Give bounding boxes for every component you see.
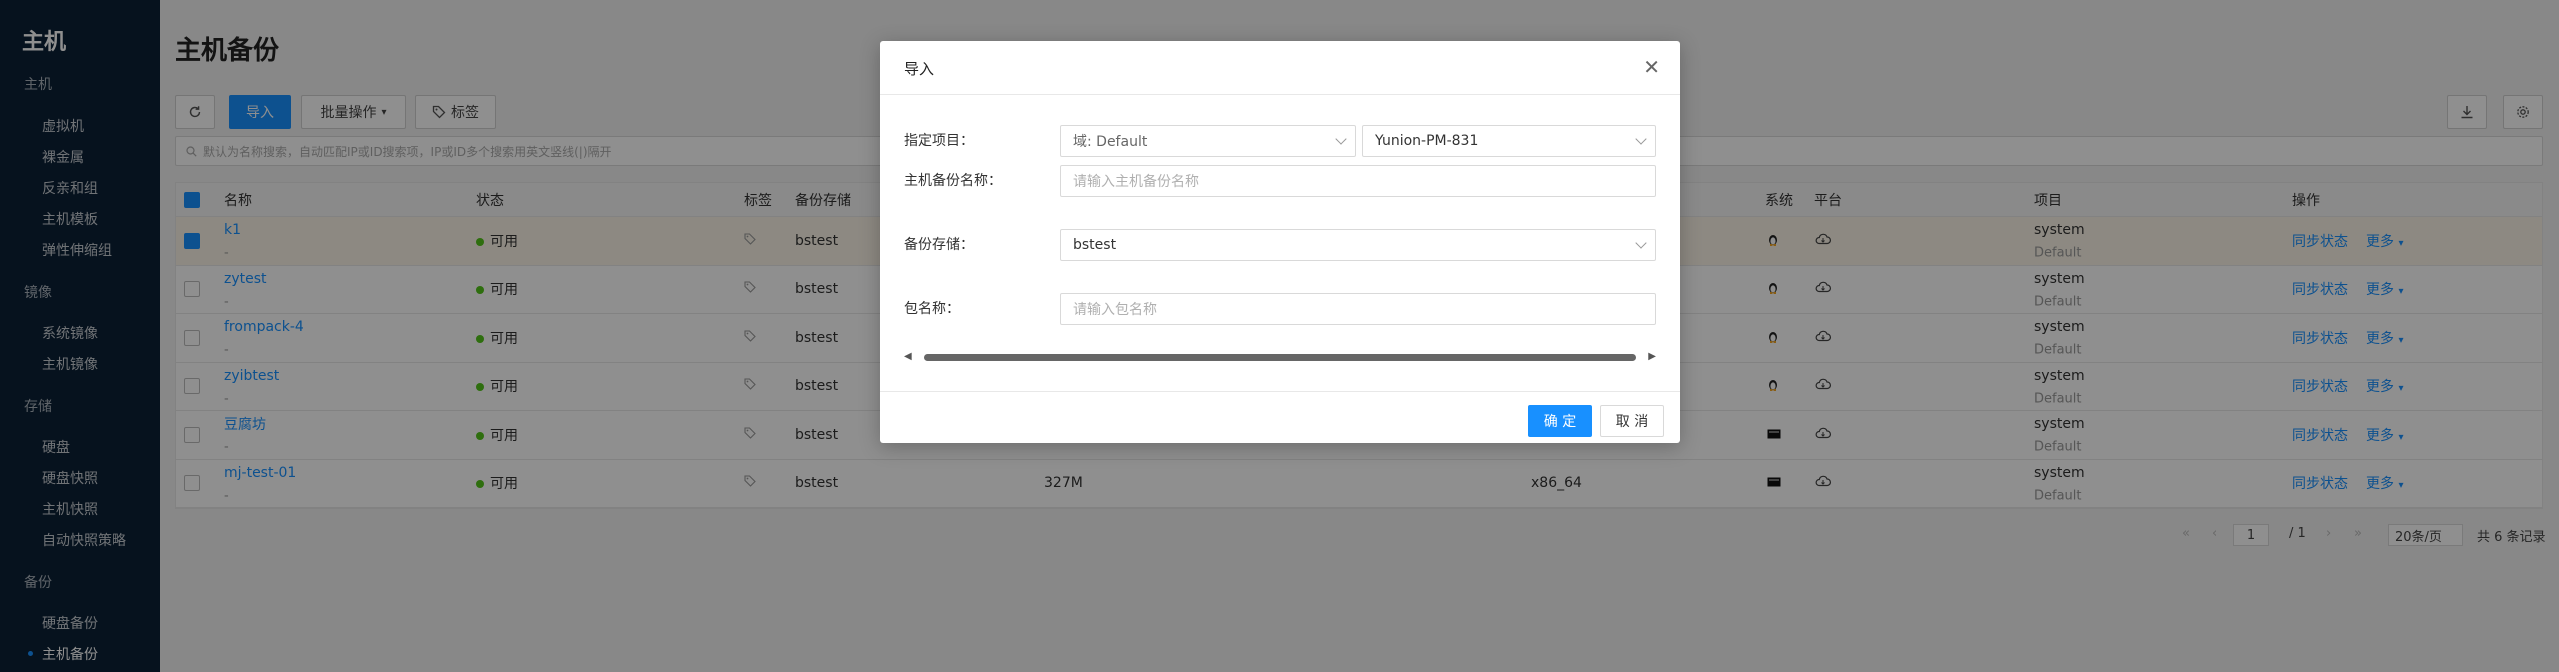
backup-storage-select[interactable]: bstest <box>1060 229 1656 261</box>
dialog-title: 导入 <box>904 60 935 78</box>
import-dialog: 导入 ✕ 指定项目： 域: Default Yunion-PM-831 主机备份… <box>880 41 1680 443</box>
dialog-footer: 确 定 取 消 <box>880 391 1680 443</box>
dialog-header: 导入 ✕ <box>880 41 1680 95</box>
scroll-left-icon[interactable]: ◀ <box>904 351 912 362</box>
backup-storage-value: bstest <box>1073 237 1117 253</box>
backup-name-placeholder: 请输入主机备份名称 <box>1073 174 1199 190</box>
horizontal-scrollbar[interactable]: ◀ ▶ <box>904 351 1656 363</box>
package-name-input[interactable]: 请输入包名称 <box>1060 293 1656 325</box>
scrollbar-thumb[interactable] <box>924 354 1636 361</box>
chevron-down-icon <box>1635 237 1647 249</box>
backup-storage-label: 备份存储： <box>904 237 974 253</box>
backup-name-input[interactable]: 请输入主机备份名称 <box>1060 165 1656 197</box>
package-name-label: 包名称： <box>904 301 960 317</box>
project-select[interactable]: Yunion-PM-831 <box>1362 125 1656 157</box>
confirm-button[interactable]: 确 定 <box>1528 405 1592 437</box>
close-icon[interactable]: ✕ <box>1643 55 1660 79</box>
domain-select[interactable]: 域: Default <box>1060 125 1356 157</box>
domain-select-value: 域: Default <box>1073 134 1148 150</box>
chevron-down-icon <box>1635 133 1647 145</box>
project-label: 指定项目： <box>904 133 974 149</box>
backup-name-label: 主机备份名称： <box>904 173 1002 189</box>
project-select-value: Yunion-PM-831 <box>1375 133 1479 149</box>
cancel-button[interactable]: 取 消 <box>1600 405 1664 437</box>
package-name-placeholder: 请输入包名称 <box>1073 302 1157 318</box>
scroll-right-icon[interactable]: ▶ <box>1648 351 1656 362</box>
chevron-down-icon <box>1335 133 1347 145</box>
